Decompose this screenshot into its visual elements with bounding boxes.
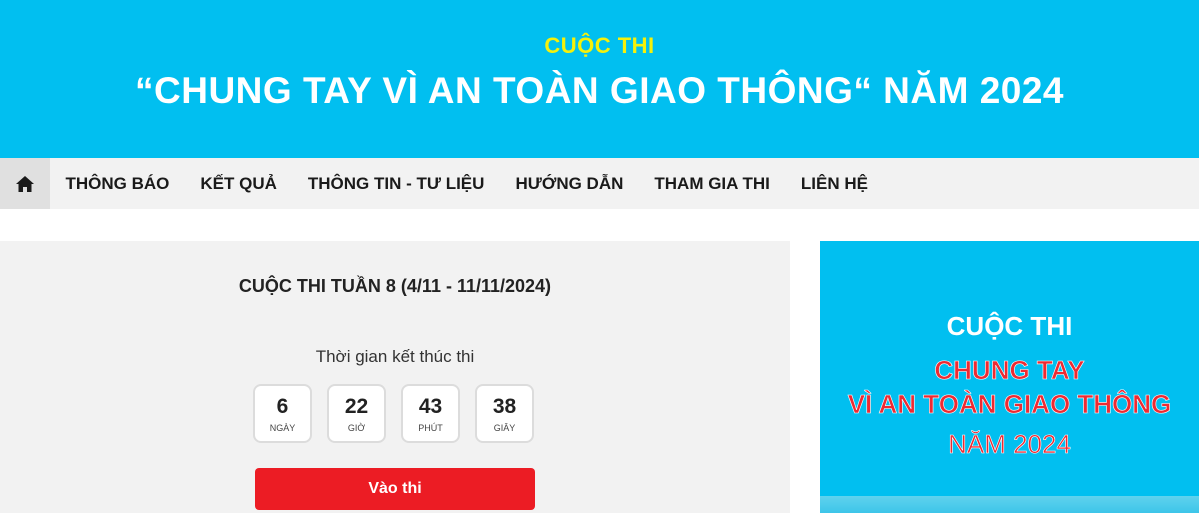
site-header: CUỘC THI “CHUNG TAY VÌ AN TOÀN GIAO THÔN…: [0, 0, 1199, 158]
countdown-value: 38: [492, 395, 517, 418]
banner-line-1: CUỘC THI: [946, 311, 1073, 341]
banner-line-3: VÌ AN TOÀN GIAO THÔNG: [847, 389, 1172, 420]
countdown-unit: NGÀY: [269, 423, 296, 433]
countdown-minutes: 43 PHÚT: [401, 384, 460, 443]
countdown-unit: PHÚT: [418, 423, 443, 433]
countdown-seconds: 38 GIÂY: [475, 384, 534, 443]
nav-item-thong-bao[interactable]: THÔNG BÁO: [50, 174, 185, 194]
home-icon: [16, 175, 34, 192]
nav-item-lien-he[interactable]: LIÊN HỆ: [785, 174, 883, 194]
countdown-hours: 22 GIỜ: [327, 384, 386, 443]
header-kicker: CUỘC THI: [544, 33, 655, 58]
countdown-value: 6: [276, 395, 289, 418]
contest-panel: CUỘC THI TUẦN 8 (4/11 - 11/11/2024) Thời…: [0, 241, 790, 513]
main-nav: THÔNG BÁO KẾT QUẢ THÔNG TIN - TƯ LIỆU HƯ…: [0, 158, 1199, 209]
countdown-value: 43: [418, 395, 443, 418]
nav-menu: THÔNG BÁO KẾT QUẢ THÔNG TIN - TƯ LIỆU HƯ…: [50, 158, 883, 209]
page-title: “CHUNG TAY VÌ AN TOÀN GIAO THÔNG“ NĂM 20…: [135, 70, 1064, 111]
countdown-label: Thời gian kết thúc thi: [315, 347, 475, 366]
enter-contest-button[interactable]: Vào thi: [255, 468, 535, 510]
countdown-value: 22: [344, 395, 369, 418]
countdown-unit: GIÂY: [493, 423, 516, 433]
countdown-unit: GIỜ: [347, 423, 366, 433]
banner-line-2: CHUNG TAY: [934, 355, 1085, 386]
contest-title: CUỘC THI TUẦN 8 (4/11 - 11/11/2024): [238, 276, 552, 296]
banner-decoration: [820, 496, 1199, 513]
nav-home[interactable]: [0, 158, 50, 209]
countdown: 6 NGÀY 22 GIỜ 43 PHÚT 38 GIÂY: [253, 384, 534, 443]
contest-banner[interactable]: CUỘC THI CHUNG TAY VÌ AN TOÀN GIAO THÔNG…: [820, 241, 1199, 513]
nav-item-tham-gia-thi[interactable]: THAM GIA THI: [639, 174, 786, 194]
nav-item-ket-qua[interactable]: KẾT QUẢ: [185, 174, 293, 194]
banner-line-4: NĂM 2024: [948, 429, 1071, 460]
nav-item-thong-tin-tu-lieu[interactable]: THÔNG TIN - TƯ LIỆU: [292, 174, 500, 194]
countdown-days: 6 NGÀY: [253, 384, 312, 443]
nav-item-huong-dan[interactable]: HƯỚNG DẪN: [500, 174, 639, 194]
